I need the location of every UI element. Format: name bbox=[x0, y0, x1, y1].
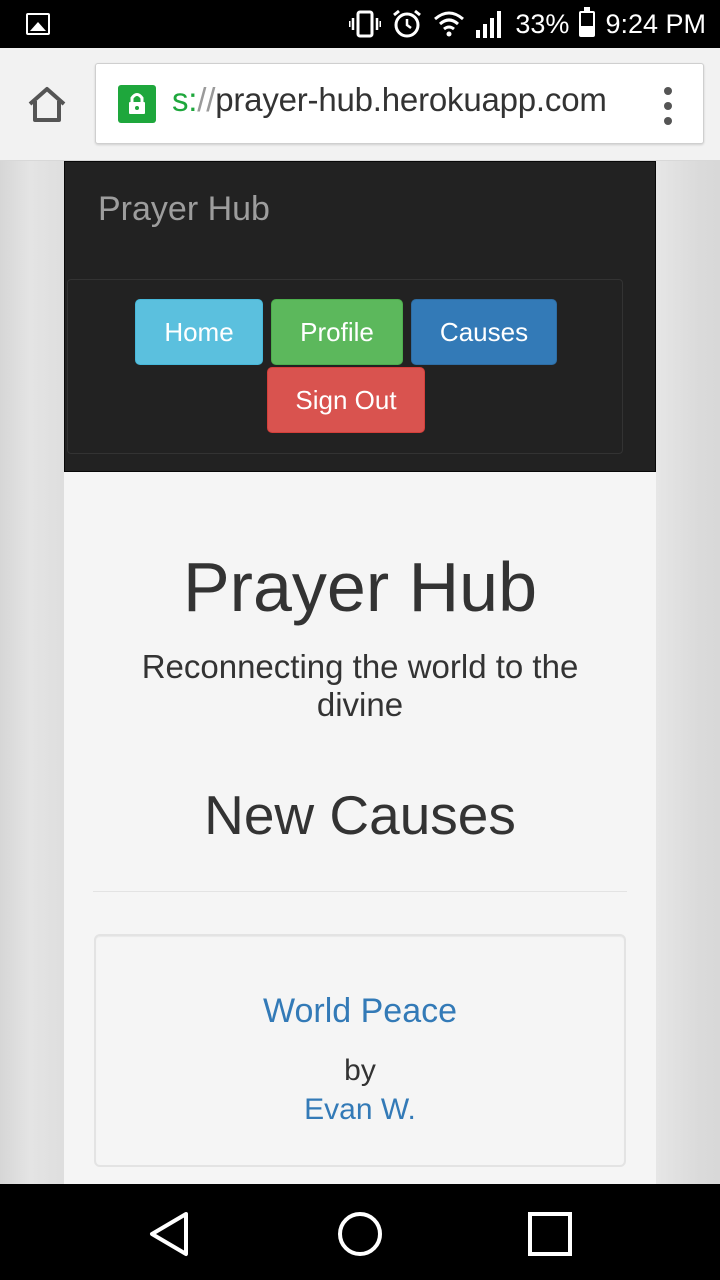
nav-button-group: Home Profile Causes Sign Out bbox=[67, 279, 623, 454]
site-navbar: Prayer Hub Home Profile Causes Sign Out bbox=[64, 161, 656, 472]
back-icon[interactable] bbox=[146, 1210, 194, 1258]
divider bbox=[93, 891, 627, 892]
battery-icon bbox=[579, 7, 596, 37]
cause-title-link[interactable]: World Peace bbox=[96, 992, 624, 1031]
battery-percent: 33% bbox=[515, 8, 570, 39]
cause-by-label: by bbox=[344, 1054, 376, 1087]
cause-author-link[interactable]: Evan W. bbox=[96, 1093, 624, 1127]
causes-button[interactable]: Causes bbox=[411, 299, 557, 365]
page-subtitle: Reconnecting the world to the divine bbox=[141, 648, 579, 723]
clock: 9:24 PM bbox=[605, 8, 706, 39]
home-icon[interactable] bbox=[24, 82, 70, 128]
alarm-icon bbox=[391, 8, 423, 40]
browser-toolbar: s://prayer-hub.herokuapp.com bbox=[0, 48, 720, 161]
page-title: Prayer Hub bbox=[182, 548, 538, 626]
home-circle-icon[interactable] bbox=[336, 1210, 384, 1258]
url-text: s://prayer-hub.herokuapp.com bbox=[172, 81, 607, 119]
navbar-brand[interactable]: Prayer Hub bbox=[98, 190, 270, 229]
cause-card: World Peace by Evan W. bbox=[94, 934, 626, 1167]
recents-icon[interactable] bbox=[526, 1210, 574, 1258]
home-button[interactable]: Home bbox=[135, 299, 263, 365]
signal-icon bbox=[475, 10, 505, 38]
sign-out-button[interactable]: Sign Out bbox=[267, 367, 425, 433]
system-navigation-bar bbox=[0, 1184, 720, 1280]
lock-icon bbox=[118, 85, 156, 123]
url-scheme: s: bbox=[172, 81, 198, 118]
profile-button[interactable]: Profile bbox=[271, 299, 403, 365]
status-icons: 33% 9:24 PM bbox=[349, 0, 706, 48]
section-title: New Causes bbox=[204, 784, 516, 846]
wifi-icon bbox=[433, 11, 465, 37]
gallery-icon bbox=[26, 13, 50, 35]
status-bar: 33% 9:24 PM bbox=[0, 0, 720, 48]
overflow-menu-icon[interactable] bbox=[663, 86, 673, 126]
main-content: Prayer Hub Reconnecting the world to the… bbox=[64, 472, 656, 1184]
url-separator: // bbox=[197, 81, 216, 118]
url-host: prayer-hub.herokuapp.com bbox=[215, 81, 607, 118]
address-bar[interactable]: s://prayer-hub.herokuapp.com bbox=[95, 63, 704, 144]
vibrate-icon bbox=[349, 10, 382, 38]
